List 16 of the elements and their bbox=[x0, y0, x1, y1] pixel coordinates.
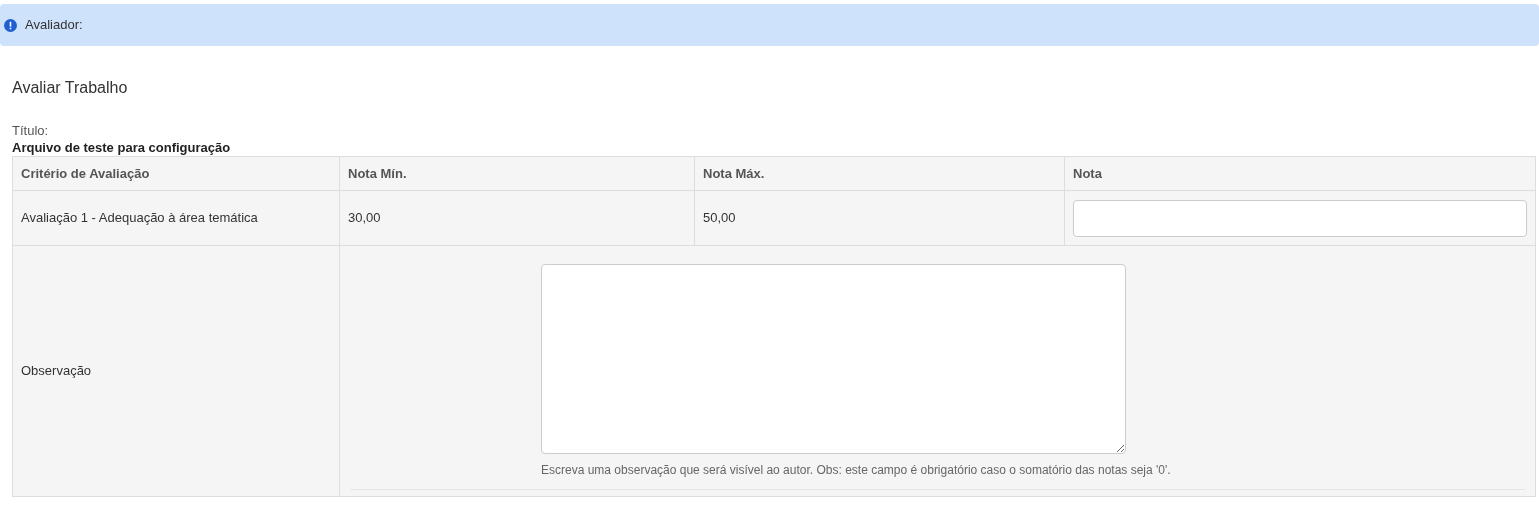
table-cell: 30,00 bbox=[339, 190, 695, 246]
field-label: Título: bbox=[12, 122, 50, 140]
observation-textarea[interactable] bbox=[541, 264, 1126, 454]
page-heading: Avaliar Trabalho bbox=[12, 78, 129, 98]
help-text: Escreva uma observação que será visível ao autor. Obs: este campo é obrigatório caso o somatório das notas seja '0'. bbox=[541, 462, 1172, 479]
column-header: Nota Mín. bbox=[339, 156, 695, 191]
table-cell: Avaliação 1 - Adequação à área temática bbox=[12, 190, 340, 246]
column-header: Nota bbox=[1064, 156, 1536, 191]
table-cell: Observação bbox=[12, 245, 340, 497]
grade-input[interactable] bbox=[1073, 199, 1527, 237]
alert-text: Avaliador: bbox=[25, 16, 83, 35]
table-cell: 50,00 bbox=[694, 190, 1065, 246]
column-header: Critério de Avaliação bbox=[12, 156, 340, 191]
field-value: Arquivo de teste para configuração bbox=[12, 140, 232, 156]
column-header: Nota Máx. bbox=[694, 156, 1065, 191]
info-icon bbox=[4, 18, 17, 32]
